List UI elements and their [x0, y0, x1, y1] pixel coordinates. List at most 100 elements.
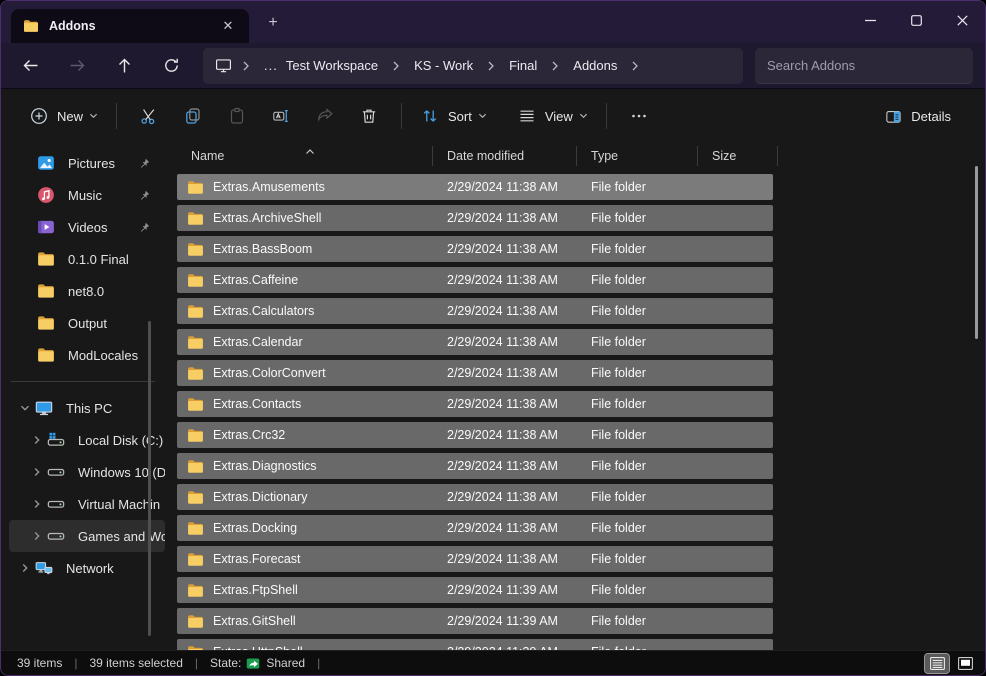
network-icon — [35, 559, 53, 577]
view-toggles — [925, 654, 977, 673]
sidebar-item-virtual-machin[interactable]: Virtual Machin — [9, 488, 165, 520]
breadcrumb-segment-addons[interactable]: Addons — [569, 55, 621, 76]
delete-button[interactable] — [347, 98, 391, 134]
sidebar-item-net8-0[interactable]: net8.0 — [9, 275, 165, 307]
vertical-scrollbar[interactable] — [975, 166, 978, 339]
new-button[interactable]: New — [21, 98, 106, 134]
sidebar-item-label: net8.0 — [68, 284, 104, 299]
table-row[interactable]: Extras.ColorConvert2/29/2024 11:38 AMFil… — [177, 360, 773, 386]
table-row[interactable]: Extras.FtpShell2/29/2024 11:39 AMFile fo… — [177, 577, 773, 603]
folder-icon — [187, 489, 204, 506]
breadcrumb-segment-test-workspace[interactable]: Test Workspace — [282, 55, 382, 76]
table-row[interactable]: Extras.Calendar2/29/2024 11:38 AMFile fo… — [177, 329, 773, 355]
sidebar-item-pictures[interactable]: Pictures — [9, 147, 165, 179]
sidebar-item-label: Network — [66, 561, 114, 576]
date-modified-cell: 2/29/2024 11:38 AM — [433, 180, 577, 194]
paste-button[interactable] — [215, 98, 259, 134]
chevron-right-icon[interactable] — [27, 435, 47, 445]
table-row[interactable]: Extras.Amusements2/29/2024 11:38 AMFile … — [177, 174, 773, 200]
view-button[interactable]: View — [509, 98, 596, 134]
sidebar-item-windows-10-d[interactable]: Windows 10 (D — [9, 456, 165, 488]
file-name: Extras.Forecast — [213, 552, 301, 566]
details-view-toggle[interactable] — [925, 654, 949, 673]
sidebar-item-this-pc[interactable]: This PC — [9, 392, 165, 424]
search-input[interactable]: Search Addons — [767, 58, 855, 73]
column-header-type[interactable]: Type — [577, 146, 698, 166]
file-name-cell: Extras.ArchiveShell — [177, 210, 433, 227]
details-pane-button[interactable]: Details — [876, 98, 965, 134]
sidebar-item-music[interactable]: Music — [9, 179, 165, 211]
chevron-right-icon — [391, 61, 401, 71]
thumbnail-view-toggle[interactable] — [953, 654, 977, 673]
file-name: Extras.Dictionary — [213, 490, 307, 504]
column-header-name[interactable]: Name — [177, 146, 433, 166]
items-count: 39 items — [17, 656, 62, 670]
breadcrumb-segment-ks-work[interactable]: KS - Work — [410, 55, 477, 76]
table-row[interactable]: Extras.ArchiveShell2/29/2024 11:38 AMFil… — [177, 205, 773, 231]
file-name: Extras.Calculators — [213, 304, 314, 318]
table-row[interactable]: Extras.Diagnostics2/29/2024 11:38 AMFile… — [177, 453, 773, 479]
refresh-button[interactable] — [156, 51, 186, 81]
file-name: Extras.FtpShell — [213, 583, 298, 597]
table-row[interactable]: Extras.Docking2/29/2024 11:38 AMFile fol… — [177, 515, 773, 541]
chevron-right-icon[interactable] — [27, 531, 47, 541]
table-row[interactable]: Extras.Forecast2/29/2024 11:38 AMFile fo… — [177, 546, 773, 572]
rename-button[interactable] — [259, 98, 303, 134]
maximize-button[interactable] — [893, 1, 939, 39]
forward-button[interactable] — [62, 51, 92, 81]
chevron-down-icon[interactable] — [15, 403, 35, 413]
file-name-cell: Extras.Crc32 — [177, 427, 433, 444]
sidebar-item-output[interactable]: Output — [9, 307, 165, 339]
table-row[interactable]: Extras.Calculators2/29/2024 11:38 AMFile… — [177, 298, 773, 324]
copy-button[interactable] — [171, 98, 215, 134]
column-header-date-modified[interactable]: Date modified — [433, 146, 577, 166]
date-modified-cell: 2/29/2024 11:38 AM — [433, 366, 577, 380]
table-row[interactable]: Extras.Crc322/29/2024 11:38 AMFile folde… — [177, 422, 773, 448]
sidebar-item-games-and-wo[interactable]: Games and Wo — [9, 520, 165, 552]
column-header-size[interactable]: Size — [698, 146, 778, 166]
tab-addons[interactable]: Addons ✕ — [11, 9, 249, 43]
close-button[interactable] — [939, 1, 985, 39]
search-box[interactable]: Search Addons — [755, 48, 973, 84]
sort-button[interactable]: Sort — [412, 98, 495, 134]
pin-icon — [138, 221, 151, 234]
table-row[interactable]: Extras.Dictionary2/29/2024 11:38 AMFile … — [177, 484, 773, 510]
minimize-button[interactable] — [847, 1, 893, 39]
sidebar-item-modlocales[interactable]: ModLocales — [9, 339, 165, 371]
breadcrumb-overflow-button[interactable]: ... — [260, 58, 282, 73]
type-cell: File folder — [577, 521, 698, 535]
breadcrumb-segment-final[interactable]: Final — [505, 55, 541, 76]
folder-icon — [23, 18, 39, 34]
up-button[interactable] — [109, 51, 139, 81]
chevron-right-icon[interactable] — [27, 467, 47, 477]
pin-icon — [138, 157, 151, 170]
toolbar-separator — [606, 103, 607, 129]
table-row[interactable]: Extras.Contacts2/29/2024 11:38 AMFile fo… — [177, 391, 773, 417]
table-row[interactable]: Extras.GitShell2/29/2024 11:39 AMFile fo… — [177, 608, 773, 634]
file-name-cell: Extras.Dictionary — [177, 489, 433, 506]
chevron-right-icon[interactable] — [15, 563, 35, 573]
sidebar-item-videos[interactable]: Videos — [9, 211, 165, 243]
sidebar-item-label: Output — [68, 316, 107, 331]
cut-button[interactable] — [127, 98, 171, 134]
chevron-down-icon — [579, 107, 588, 125]
table-header: Name Date modified Type Size — [177, 143, 985, 169]
table-row[interactable]: Extras.BassBoom2/29/2024 11:38 AMFile fo… — [177, 236, 773, 262]
file-name: Extras.Caffeine — [213, 273, 298, 287]
more-options-button[interactable] — [617, 98, 661, 134]
sidebar-item-0-1-0-final[interactable]: 0.1.0 Final — [9, 243, 165, 275]
tab-close-icon[interactable]: ✕ — [217, 15, 239, 37]
desktop-icon[interactable] — [215, 57, 232, 74]
chevron-right-icon[interactable] — [27, 499, 47, 509]
folder-icon — [37, 250, 55, 268]
sidebar-scrollbar[interactable] — [148, 321, 151, 636]
sidebar-item-network[interactable]: Network — [9, 552, 165, 584]
share-button[interactable] — [303, 98, 347, 134]
back-button[interactable] — [15, 51, 45, 81]
folder-icon — [187, 458, 204, 475]
new-tab-button[interactable]: + — [261, 12, 285, 34]
table-row[interactable]: Extras.HttpShell2/29/2024 11:39 AMFile f… — [177, 639, 773, 650]
sidebar-item-local-disk-c-[interactable]: Local Disk (C:) — [9, 424, 165, 456]
folder-icon — [37, 314, 55, 332]
table-row[interactable]: Extras.Caffeine2/29/2024 11:38 AMFile fo… — [177, 267, 773, 293]
